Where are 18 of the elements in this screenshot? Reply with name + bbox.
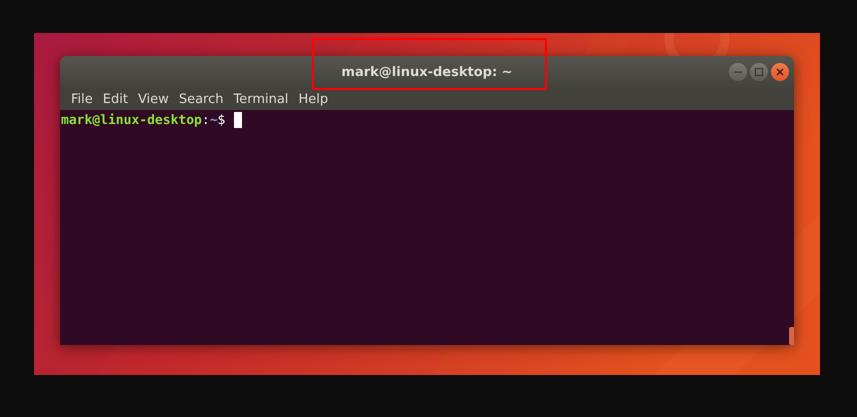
minimize-button[interactable] [729,63,747,81]
menu-item[interactable]: Search [174,92,228,106]
prompt-path: ~ [210,112,218,128]
menu-item[interactable]: Help [293,92,334,106]
close-button[interactable] [771,63,789,81]
maximize-icon [754,67,764,77]
window-title: mark@linux-desktop: ~ [341,64,513,80]
text-cursor [234,112,242,128]
menu-item[interactable]: Edit [98,92,133,106]
prompt-separator: : [202,112,210,128]
prompt-user-host: mark@linux-desktop [61,112,202,128]
menu-item[interactable]: View [132,92,174,106]
menu-item[interactable]: Terminal [228,92,294,106]
maximize-button[interactable] [750,63,768,81]
prompt-symbol: $ [218,112,226,128]
close-icon [775,67,785,77]
menu-item[interactable]: File [66,92,98,106]
scrollbar-thumb[interactable] [789,327,794,345]
